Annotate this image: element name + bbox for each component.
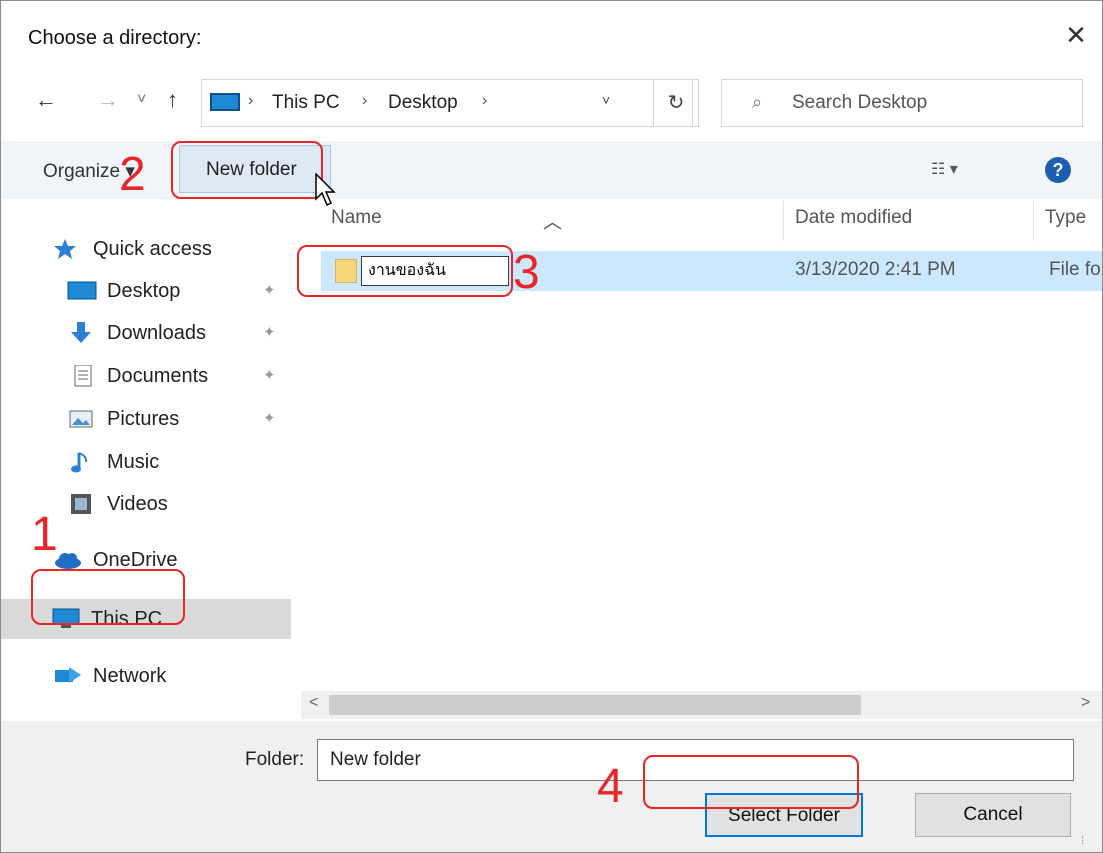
annotation-box-rename (297, 245, 513, 297)
back-arrow-icon[interactable]: ← (35, 87, 57, 113)
horizontal-scrollbar[interactable]: < > (301, 691, 1102, 719)
help-icon[interactable]: ? (1045, 157, 1071, 183)
scroll-right-icon[interactable]: > (1081, 694, 1090, 712)
refresh-icon[interactable]: ↻ (653, 79, 699, 127)
annotation-box-this-pc (31, 569, 185, 625)
column-divider[interactable] (1033, 201, 1034, 241)
cancel-button[interactable]: Cancel (915, 793, 1071, 837)
close-icon[interactable]: ✕ (1061, 20, 1091, 50)
dialog-title: Choose a directory: (28, 27, 202, 49)
sidebar-item-music[interactable]: Music (1, 442, 291, 482)
pin-icon: ✦ (263, 410, 276, 427)
annotation-box-new-folder (171, 141, 323, 199)
crumb-separator[interactable]: › (362, 92, 367, 110)
pictures-icon (69, 410, 93, 428)
star-icon (54, 239, 76, 259)
navigation-pane: Quick access Desktop ✦ Downloads ✦ Docum… (1, 201, 297, 711)
sidebar-item-label: Quick access (93, 238, 212, 260)
search-box[interactable]: ⌕ Search Desktop (721, 79, 1083, 127)
scrollbar-thumb[interactable] (329, 695, 861, 715)
annotation-box-select-folder (643, 755, 859, 809)
sidebar-item-desktop[interactable]: Desktop ✦ (1, 271, 291, 311)
title-bar: Choose a directory: ✕ (1, 1, 1102, 69)
sidebar-item-label: Pictures (107, 408, 180, 430)
sidebar-item-label: Desktop (107, 280, 181, 302)
sidebar-item-network[interactable]: Network (1, 656, 291, 696)
file-date: 3/13/2020 2:41 PM (795, 259, 956, 280)
sidebar-item-label: Videos (107, 493, 168, 515)
address-dropdown-icon[interactable]: ˅ (602, 92, 610, 108)
navigation-bar: ← → ˅ ↑ › This PC › Desktop › ˅ ↻ ⌕ Sear… (1, 71, 1102, 133)
change-view-icon[interactable]: ☷ ▾ (931, 159, 958, 179)
annotation-number: 1 (31, 508, 58, 561)
pin-icon: ✦ (263, 282, 276, 299)
annotation-number: 4 (597, 760, 624, 813)
folder-field-label: Folder: (245, 749, 305, 770)
command-bar: Organize ▾ New folder ☷ ▾ ? (1, 141, 1102, 199)
sort-ascending-icon: ︿ (543, 212, 563, 233)
sidebar-item-label: Documents (107, 365, 209, 387)
pin-icon: ✦ (263, 324, 276, 341)
annotation-number: 2 (119, 148, 146, 201)
resize-grip-icon[interactable]: ⁞ (1081, 833, 1084, 847)
search-placeholder: Search Desktop (792, 92, 928, 113)
recent-locations-icon[interactable]: ˅ (137, 91, 146, 109)
mouse-cursor-icon (315, 173, 336, 207)
sidebar-item-quick-access[interactable]: Quick access (1, 229, 291, 269)
sidebar-item-pictures[interactable]: Pictures ✦ (1, 399, 291, 439)
crumb-separator[interactable]: › (248, 92, 253, 110)
sidebar-item-downloads[interactable]: Downloads ✦ (1, 313, 291, 353)
network-icon (55, 667, 81, 683)
documents-icon (74, 365, 92, 387)
dialog-footer: Folder: New folder Select Folder Cancel … (1, 721, 1102, 852)
videos-icon (71, 494, 91, 514)
desktop-icon (67, 281, 97, 300)
address-bar[interactable]: › This PC › Desktop › ˅ (201, 79, 693, 127)
crumb-separator[interactable]: › (482, 92, 487, 110)
music-icon (71, 452, 88, 473)
column-divider[interactable] (783, 201, 784, 241)
pc-icon (210, 93, 240, 111)
annotation-number: 3 (513, 246, 540, 299)
up-arrow-icon[interactable]: ↑ (167, 87, 178, 113)
breadcrumb-desktop[interactable]: Desktop (388, 92, 458, 114)
breadcrumb-this-pc[interactable]: This PC (272, 92, 340, 114)
forward-arrow-icon[interactable]: → (97, 87, 119, 113)
search-icon: ⌕ (752, 92, 763, 112)
pin-icon: ✦ (263, 367, 276, 384)
download-icon (71, 322, 91, 343)
column-date-header[interactable]: Date modified (795, 207, 912, 229)
choose-directory-dialog: Choose a directory: ✕ ← → ˅ ↑ › This PC … (0, 0, 1103, 853)
sidebar-item-label: Downloads (107, 322, 206, 344)
column-type-header[interactable]: Type (1045, 207, 1086, 229)
column-headers: Name ︿ Date modified Type (321, 201, 1102, 241)
sidebar-item-label: Network (93, 665, 167, 687)
scroll-left-icon[interactable]: < (309, 694, 318, 712)
sidebar-item-label: Music (107, 451, 160, 473)
sidebar-item-documents[interactable]: Documents ✦ (1, 356, 291, 396)
column-name-header[interactable]: Name (331, 207, 382, 229)
file-type: File fo (1049, 259, 1101, 280)
